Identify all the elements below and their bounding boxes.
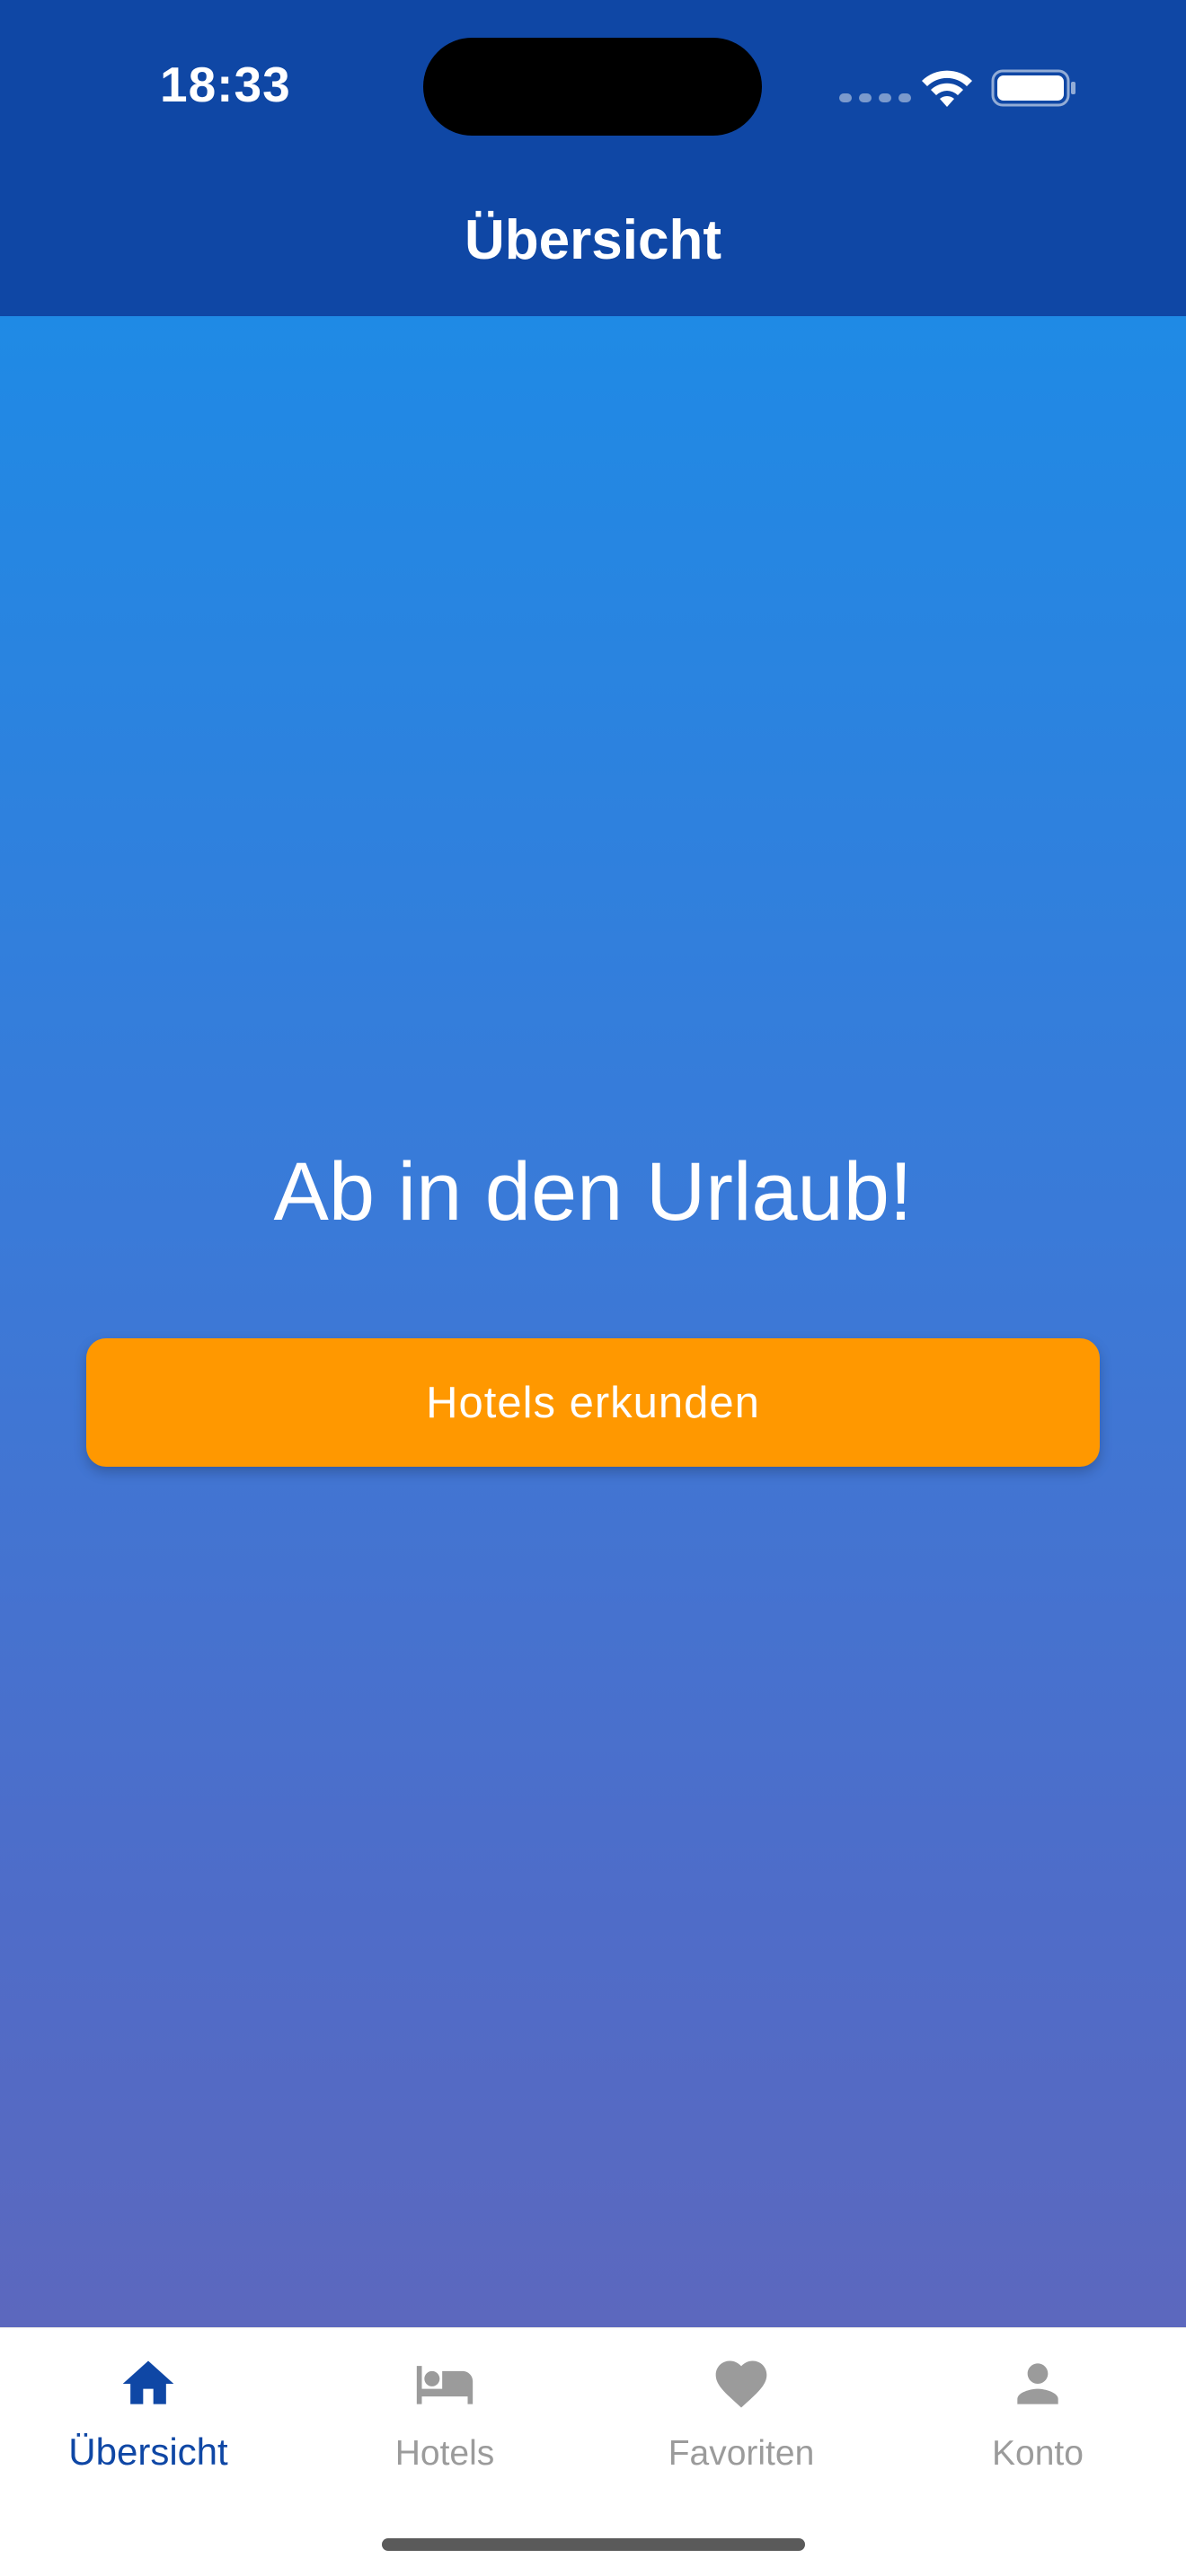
tab-label: Übersicht [68, 2430, 228, 2473]
main-content: Ab in den Urlaub! Hotels erkunden [0, 316, 1186, 2327]
tab-overview[interactable]: Übersicht [0, 2328, 296, 2499]
explore-hotels-button[interactable]: Hotels erkunden [86, 1338, 1100, 1467]
person-icon [1017, 2363, 1058, 2404]
explore-hotels-label: Hotels erkunden [426, 1378, 760, 1427]
app-screen: 18:33 Übersicht Ab in den Urlaub! Hotels… [0, 0, 1186, 2576]
tab-label: Hotels [394, 2434, 495, 2473]
wifi-icon [922, 70, 972, 107]
home-icon [122, 2360, 174, 2404]
dynamic-island [423, 38, 762, 136]
cellular-signal-icon [839, 93, 911, 102]
tab-label: Favoriten [668, 2434, 815, 2473]
bed-icon [416, 2366, 474, 2404]
home-indicator[interactable] [382, 2538, 805, 2551]
tab-hotels[interactable]: Hotels [296, 2328, 593, 2499]
status-time: 18:33 [160, 57, 291, 112]
heart-icon [715, 2360, 767, 2408]
tab-account[interactable]: Konto [890, 2328, 1186, 2499]
header: 18:33 Übersicht [0, 0, 1186, 316]
battery-icon [991, 69, 1075, 107]
tab-label: Konto [992, 2434, 1084, 2473]
hero-headline: Ab in den Urlaub! [273, 1146, 913, 1238]
page-title: Übersicht [465, 209, 721, 271]
tab-favorites[interactable]: Favoriten [593, 2328, 890, 2499]
